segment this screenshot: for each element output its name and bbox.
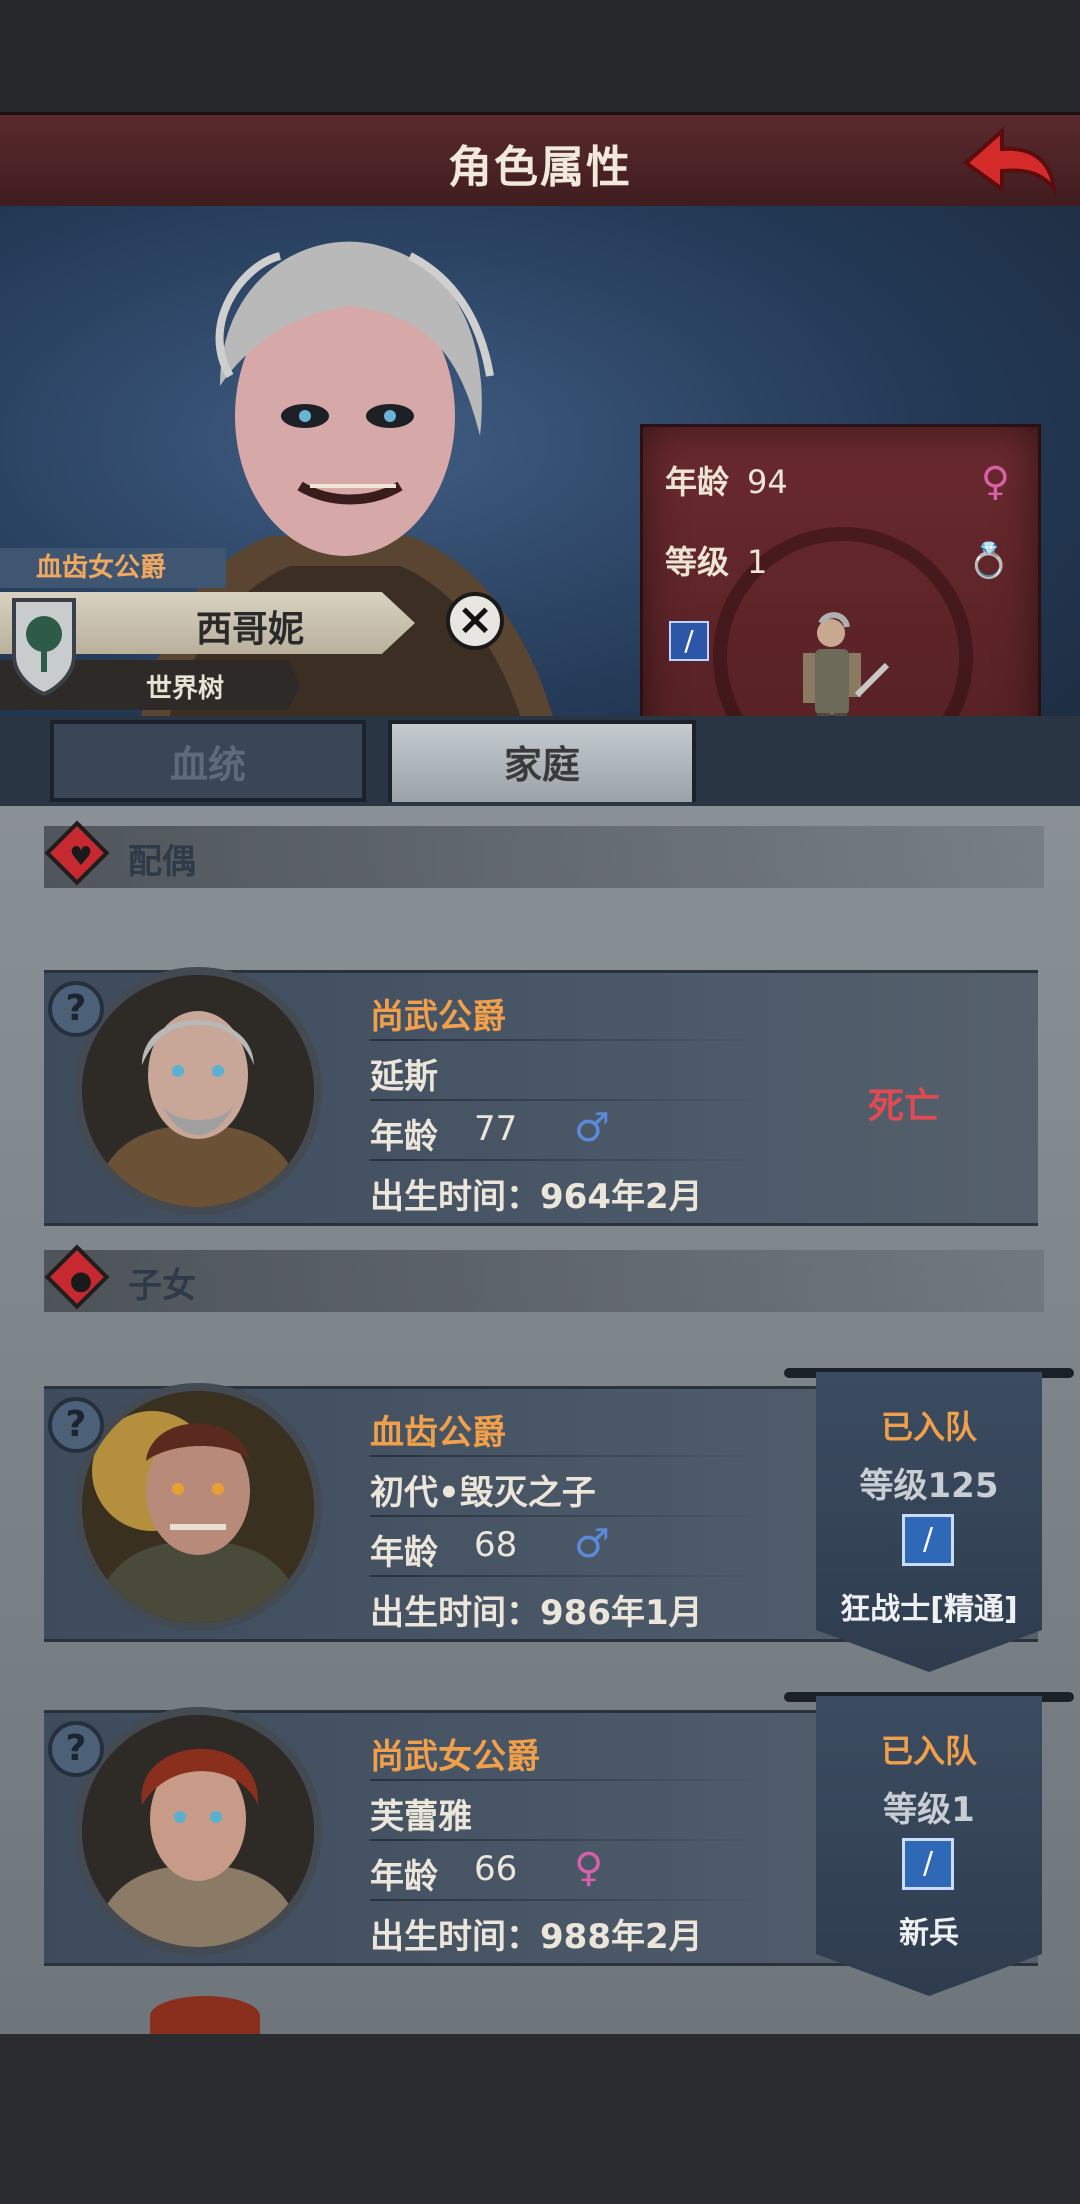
divider — [370, 1779, 770, 1781]
spouse-age: 77 — [474, 1109, 518, 1149]
family-content: ♥ 配偶 ? 尚武公爵 延斯 年龄 77 ♂ 出生时间：964年2月 死亡 ● — [0, 806, 1080, 2034]
house-name: 世界树 — [145, 674, 224, 704]
child-name: 芙蕾雅 — [370, 1797, 472, 1837]
party-class: 狂战士[精通] — [840, 1592, 1018, 1627]
back-arrow-icon[interactable] — [958, 123, 1058, 201]
character-portrait — [130, 241, 570, 796]
spouse-section-header: ♥ 配偶 — [44, 820, 1044, 888]
divider — [370, 1575, 770, 1577]
male-icon: ♂ — [574, 1521, 610, 1567]
party-level: 等级1 — [883, 1790, 975, 1830]
rings-icon: 💍 — [967, 541, 1010, 581]
heart-icon: ♥ — [69, 842, 93, 872]
tree-shield-icon — [12, 598, 76, 696]
child-age-label: 年龄 — [370, 1857, 438, 1897]
spouse-card[interactable]: ? 尚武公爵 延斯 年龄 77 ♂ 出生时间：964年2月 死亡 — [44, 967, 1038, 1226]
tab-family[interactable]: 家庭 — [388, 720, 696, 802]
party-class: 新兵 — [899, 1916, 959, 1951]
divider — [370, 1839, 770, 1841]
tab-lineage[interactable]: 血统 — [50, 720, 366, 802]
spouse-name: 延斯 — [370, 1057, 438, 1097]
level-value: 1 — [747, 543, 768, 581]
age-value: 94 — [747, 463, 788, 501]
divider — [370, 1455, 770, 1457]
question-icon[interactable]: ? — [48, 1721, 104, 1777]
next-child-avatar-peek — [150, 1996, 260, 2034]
divider — [370, 1099, 770, 1101]
spouse-avatar — [74, 967, 322, 1215]
child-name: 初代•毁灭之子 — [370, 1473, 596, 1513]
party-status: 已入队 — [880, 1732, 977, 1770]
party-banner[interactable]: 已入队 等级1 / 新兵 — [816, 1696, 1042, 1996]
sword-icon: / — [902, 1838, 954, 1890]
party-status: 已入队 — [880, 1408, 977, 1446]
sword-icon[interactable]: / — [669, 621, 709, 661]
age-row: 年龄 94 — [665, 457, 788, 503]
party-banner[interactable]: 已入队 等级125 / 狂战士[精通] — [816, 1372, 1042, 1672]
divider — [370, 1039, 770, 1041]
spouse-age-label: 年龄 — [370, 1117, 438, 1157]
berserker-sword-icon: / — [902, 1514, 954, 1566]
level-label: 等级 — [665, 543, 730, 581]
close-icon[interactable]: × — [446, 592, 504, 650]
children-section-header: ● 子女 — [44, 1244, 1044, 1312]
character-rank: 血齿女公爵 — [0, 548, 226, 588]
female-icon: ♀ — [980, 459, 1010, 505]
dead-status: 死亡 — [868, 1086, 941, 1127]
page-title: 角色属性 — [448, 142, 632, 193]
question-icon[interactable]: ? — [48, 1397, 104, 1453]
child-age: 68 — [474, 1525, 518, 1565]
children-section-title: 子女 — [128, 1266, 196, 1306]
bottom-bar — [0, 2034, 1080, 2204]
question-icon[interactable]: ? — [48, 981, 104, 1037]
divider — [370, 1899, 770, 1901]
party-level: 等级125 — [859, 1466, 999, 1506]
age-label: 年龄 — [665, 463, 730, 501]
child-rank: 尚武女公爵 — [370, 1737, 540, 1777]
child-avatar — [74, 1707, 322, 1955]
child-birth: 出生时间：988年2月 — [370, 1917, 703, 1957]
divider — [370, 1159, 770, 1161]
female-icon: ♀ — [574, 1845, 604, 1891]
character-name[interactable]: 西哥妮 — [150, 600, 350, 652]
spouse-birth: 出生时间：964年2月 — [370, 1177, 703, 1217]
child-avatar — [74, 1383, 322, 1631]
spouse-rank: 尚武公爵 — [370, 997, 506, 1037]
level-row: 等级 1 — [665, 537, 767, 583]
spouse-section-title: 配偶 — [128, 842, 196, 882]
child-age: 66 — [474, 1849, 518, 1889]
child-birth: 出生时间：986年1月 — [370, 1593, 703, 1633]
title-bar: 角色属性 — [0, 112, 1080, 213]
child-rank: 血齿公爵 — [370, 1413, 506, 1453]
person-icon: ● — [69, 1266, 93, 1296]
status-bar-area — [0, 0, 1080, 112]
child-age-label: 年龄 — [370, 1533, 438, 1573]
male-icon: ♂ — [574, 1105, 610, 1151]
divider — [370, 1515, 770, 1517]
